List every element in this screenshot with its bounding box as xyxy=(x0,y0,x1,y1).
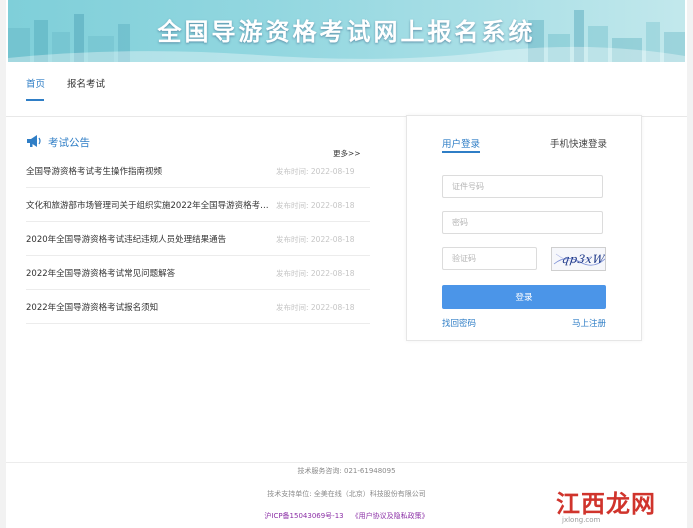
footer-divider xyxy=(6,462,687,463)
announcement-title[interactable]: 2022年全国导游资格考试报名须知 xyxy=(26,301,274,313)
tab-active-indicator xyxy=(442,151,480,153)
nav-item-register-exam[interactable]: 报名考试 xyxy=(67,76,105,90)
announcement-time: 发布时间: 2022-08-19 xyxy=(276,167,355,176)
watermark-domain: jxlong.com xyxy=(562,516,601,524)
captcha-input[interactable] xyxy=(442,247,537,270)
captcha-code: qp3xW xyxy=(561,252,606,266)
tab-user-login[interactable]: 用户登录 xyxy=(442,136,480,150)
announcement-row[interactable]: 2020年全国导游资格考试违纪违规人员处理结果通告 发布时间: 2022-08-… xyxy=(26,222,370,256)
announcement-row[interactable]: 2022年全国导游资格考试常见问题解答 发布时间: 2022-08-18 xyxy=(26,256,370,290)
announcement-row[interactable]: 文化和旅游部市场管理司关于组织实施2022年全国导游资格考试的… 发布时间: 2… xyxy=(26,188,370,222)
footer-hotline: 技术服务咨询: 021-61948095 xyxy=(297,467,396,475)
recover-password-link[interactable]: 找回密码 xyxy=(442,317,476,329)
nav-active-indicator xyxy=(26,99,44,101)
id-number-input[interactable] xyxy=(442,175,603,198)
banner-title: 全国导游资格考试网上报名系统 xyxy=(157,18,536,46)
announcements-title: 考试公告 xyxy=(48,137,90,149)
password-input[interactable] xyxy=(442,211,603,234)
announcement-time: 发布时间: 2022-08-18 xyxy=(276,269,355,278)
header-banner: 全国导游资格考试网上报名系统 xyxy=(8,0,685,62)
nav-item-home[interactable]: 首页 xyxy=(26,76,45,90)
captcha-image[interactable]: qp3xW xyxy=(551,247,606,271)
announcement-list: 全国导游资格考试考生操作指南视频 发布时间: 2022-08-19 文化和旅游部… xyxy=(26,154,370,324)
announcement-title[interactable]: 2022年全国导游资格考试常见问题解答 xyxy=(26,267,274,279)
login-panel: 用户登录 手机快速登录 qp3xW 登录 找回密码 马上注册 xyxy=(406,115,642,341)
watermark-logo: 江西龙网 xyxy=(556,490,656,518)
announcement-time: 发布时间: 2022-08-18 xyxy=(276,303,355,312)
announcement-row[interactable]: 2022年全国导游资格考试报名须知 发布时间: 2022-08-18 xyxy=(26,290,370,324)
icp-record[interactable]: 沪ICP备15043069号-13 xyxy=(264,512,343,520)
announcement-title[interactable]: 全国导游资格考试考生操作指南视频 xyxy=(26,165,274,177)
tab-phone-login[interactable]: 手机快速登录 xyxy=(550,136,607,150)
login-button[interactable]: 登录 xyxy=(442,285,606,309)
announcement-time: 发布时间: 2022-08-18 xyxy=(276,235,355,244)
announcement-row[interactable]: 全国导游资格考试考生操作指南视频 发布时间: 2022-08-19 xyxy=(26,154,370,188)
register-link[interactable]: 马上注册 xyxy=(572,317,606,329)
announcement-title[interactable]: 2020年全国导游资格考试违纪违规人员处理结果通告 xyxy=(26,233,274,245)
announcement-title[interactable]: 文化和旅游部市场管理司关于组织实施2022年全国导游资格考试的… xyxy=(26,199,274,211)
announcement-time: 发布时间: 2022-08-18 xyxy=(276,201,355,210)
megaphone-icon xyxy=(27,135,41,147)
privacy-policy-link[interactable]: 《用户协议及隐私政策》 xyxy=(352,512,429,520)
